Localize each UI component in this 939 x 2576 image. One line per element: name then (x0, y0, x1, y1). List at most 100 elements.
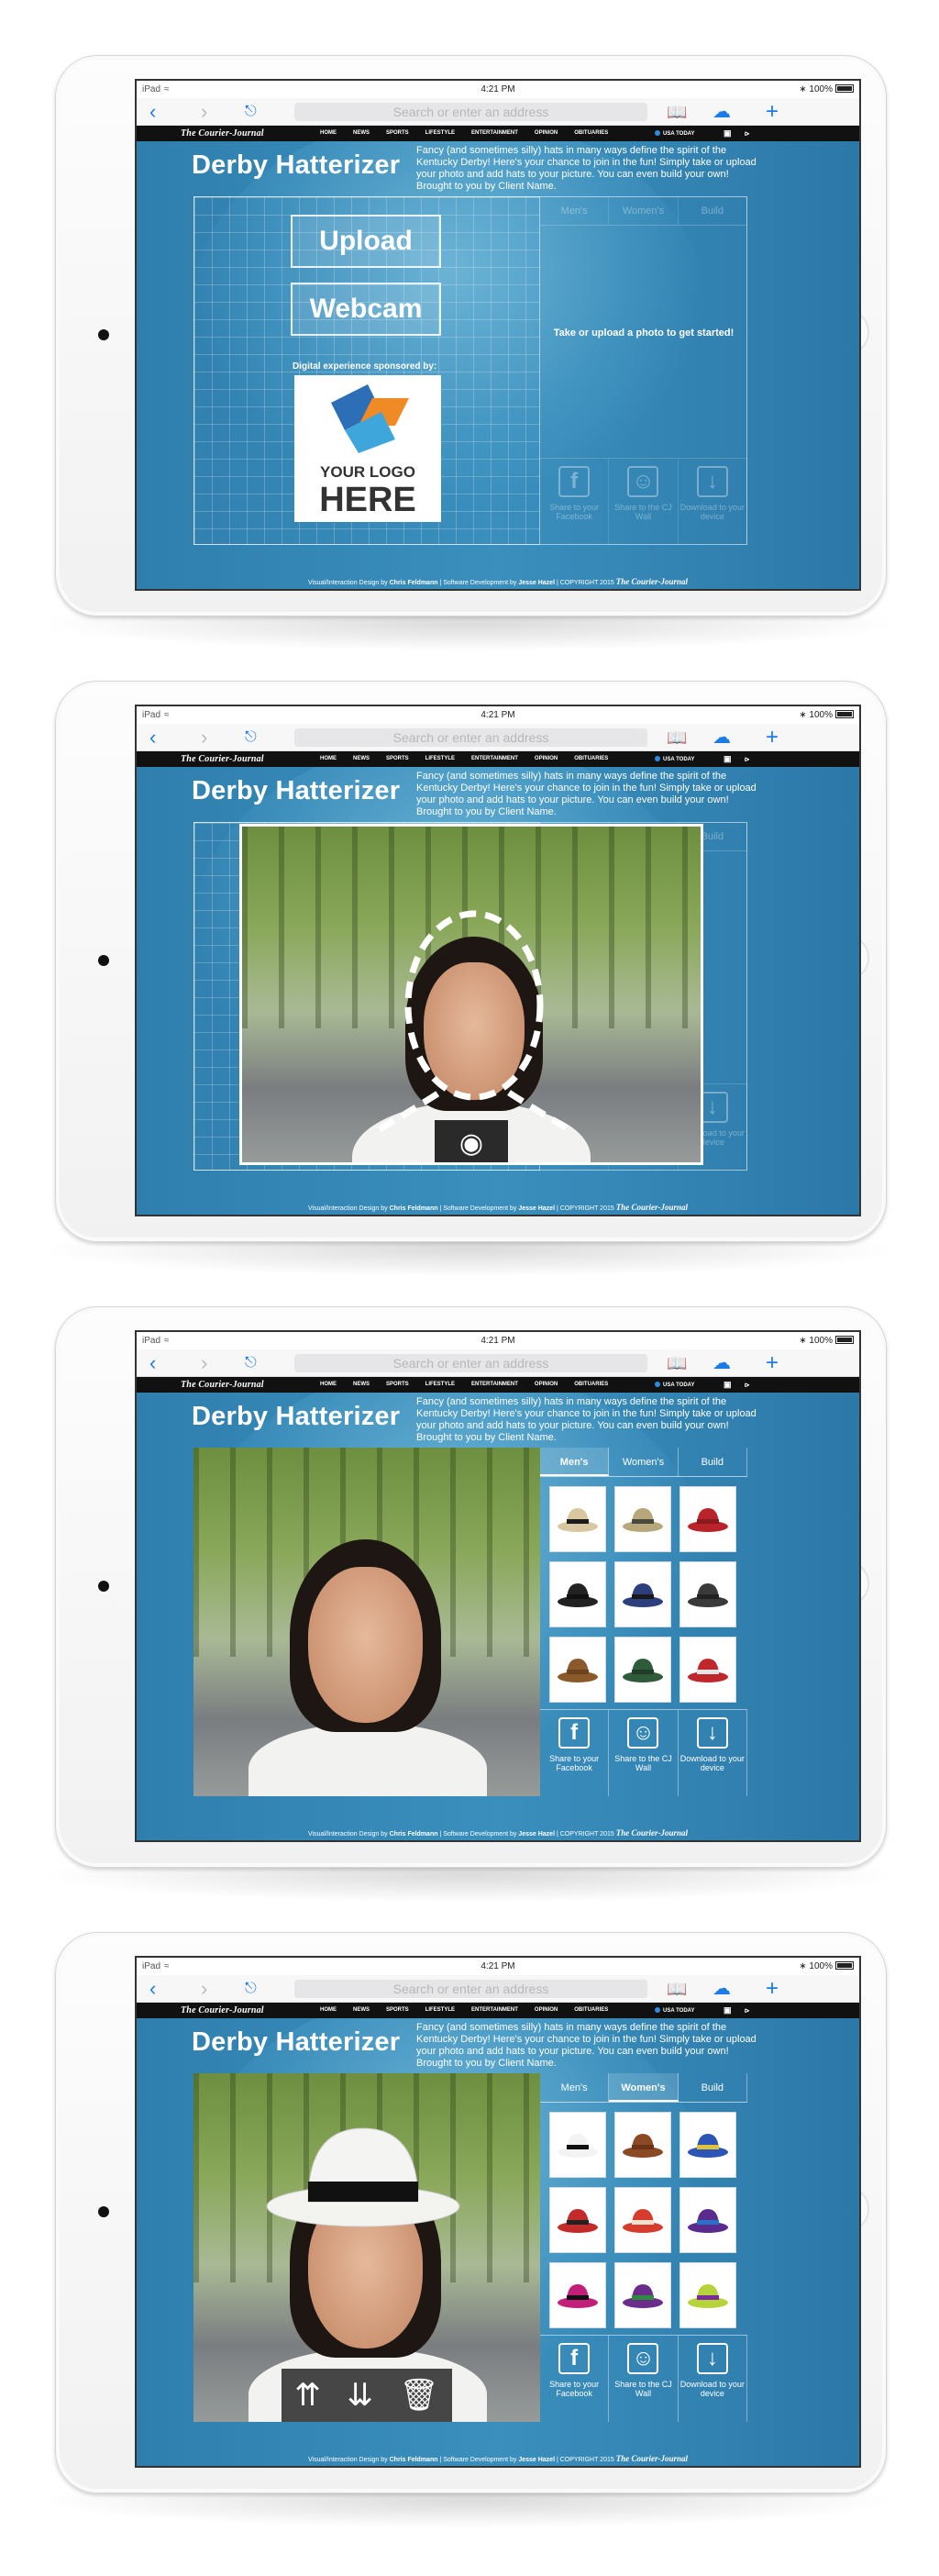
nav-item[interactable]: LIFESTYLE (425, 756, 455, 761)
address-bar[interactable]: Search or enter an address (294, 728, 647, 747)
share-button-2[interactable]: ↓ Download to your device (679, 1710, 747, 1796)
new-tab-icon[interactable]: + (766, 98, 779, 126)
nav-item[interactable]: OPINION (535, 130, 558, 136)
cloud-icon[interactable]: ☁ (713, 98, 731, 126)
forward-icon[interactable]: › (201, 724, 207, 751)
nav-item[interactable]: NEWS (353, 756, 370, 761)
nav-item[interactable]: HOME (320, 2007, 337, 2013)
nav-item[interactable]: HOME (320, 756, 337, 761)
tab-womens[interactable]: Women's (609, 196, 679, 225)
hat-option[interactable] (679, 2187, 736, 2253)
forward-icon[interactable]: › (201, 1349, 207, 1377)
nav-item[interactable]: ENTERTAINMENT (471, 756, 518, 761)
nav-item[interactable]: OBITUARIES (574, 1382, 608, 1387)
hat-option[interactable] (679, 1561, 736, 1627)
share-button-1[interactable]: ☺ Share to the CJ Wall (609, 1710, 679, 1796)
address-bar[interactable]: Search or enter an address (294, 1980, 647, 1998)
new-tab-icon[interactable]: + (766, 1349, 779, 1377)
share-network-icon[interactable]: ⪧ (745, 1380, 749, 1390)
nav-item[interactable]: OPINION (535, 2007, 558, 2013)
back-icon[interactable]: ‹ (149, 98, 156, 126)
usa-today-link[interactable]: USA TODAY (655, 756, 694, 762)
camera-icon[interactable]: ▣ (724, 128, 732, 139)
share-icon[interactable]: ⎋ (245, 1349, 257, 1377)
new-tab-icon[interactable]: + (766, 1975, 779, 2003)
nav-item[interactable]: HOME (320, 130, 337, 136)
tab-womens[interactable]: Women's (609, 1448, 679, 1476)
sponsor-logo[interactable]: YOUR LOGO HERE (294, 375, 441, 522)
tab-build[interactable]: Build (679, 196, 747, 225)
nav-item[interactable]: NEWS (353, 1382, 370, 1387)
cloud-icon[interactable]: ☁ (713, 724, 731, 751)
nav-item[interactable]: LIFESTYLE (425, 1382, 455, 1387)
nav-item[interactable]: ENTERTAINMENT (471, 2007, 518, 2013)
hat-option[interactable] (614, 2112, 671, 2178)
hat-option[interactable] (549, 2262, 606, 2328)
nav-item[interactable]: OBITUARIES (574, 130, 608, 136)
hat-option[interactable] (679, 1486, 736, 1552)
hat-option[interactable] (614, 1637, 671, 1703)
nav-item[interactable]: ENTERTAINMENT (471, 130, 518, 136)
nav-item[interactable]: SPORTS (386, 2007, 409, 2013)
site-logo[interactable]: The Courier-Journal (181, 1380, 264, 1390)
hat-option[interactable] (614, 1561, 671, 1627)
share-button-1[interactable]: ☺ Share to the CJ Wall (609, 2336, 679, 2422)
share-button-0[interactable]: f Share to your Facebook (540, 2336, 610, 2422)
nav-item[interactable]: ENTERTAINMENT (471, 1382, 518, 1387)
nav-item[interactable]: NEWS (353, 2007, 370, 2013)
share-network-icon[interactable]: ⪧ (745, 128, 749, 139)
tab-build[interactable]: Build (679, 2073, 747, 2102)
share-icon[interactable]: ⎋ (245, 98, 257, 126)
cloud-icon[interactable]: ☁ (713, 1975, 731, 2003)
bookmarks-icon[interactable]: 📖 (667, 1975, 687, 2003)
nav-item[interactable]: LIFESTYLE (425, 2007, 455, 2013)
share-icon[interactable]: ⎋ (245, 1975, 257, 2003)
share-button-2[interactable]: ↓ Download to your device (679, 459, 747, 545)
hat-option[interactable] (549, 1637, 606, 1703)
tab-build[interactable]: Build (679, 1448, 747, 1476)
address-bar[interactable]: Search or enter an address (294, 1354, 647, 1372)
move-up-icon[interactable]: ⇈ (294, 2377, 321, 2414)
hat-option[interactable] (614, 1486, 671, 1552)
hat-option[interactable] (614, 2262, 671, 2328)
site-logo[interactable]: The Courier-Journal (181, 754, 264, 764)
usa-today-link[interactable]: USA TODAY (655, 1382, 694, 1388)
hat-option[interactable] (549, 2187, 606, 2253)
site-logo[interactable]: The Courier-Journal (181, 2005, 264, 2015)
cloud-icon[interactable]: ☁ (713, 1349, 731, 1377)
back-icon[interactable]: ‹ (149, 1975, 156, 2003)
usa-today-link[interactable]: USA TODAY (655, 130, 694, 137)
share-button-0[interactable]: f Share to your Facebook (540, 459, 610, 545)
back-icon[interactable]: ‹ (149, 724, 156, 751)
nav-item[interactable]: HOME (320, 1382, 337, 1387)
hat-option[interactable] (549, 1561, 606, 1627)
move-down-icon[interactable]: ⇊ (347, 2377, 373, 2414)
hat-option[interactable] (679, 2262, 736, 2328)
nav-item[interactable]: OBITUARIES (574, 2007, 608, 2013)
hat-option[interactable] (679, 1637, 736, 1703)
back-icon[interactable]: ‹ (149, 1349, 156, 1377)
share-network-icon[interactable]: ⪧ (745, 2005, 749, 2015)
hat-option[interactable] (614, 2187, 671, 2253)
nav-item[interactable]: OPINION (535, 756, 558, 761)
share-button-1[interactable]: ☺ Share to the CJ Wall (609, 459, 679, 545)
hat-option[interactable] (679, 2112, 736, 2178)
capture-camera-icon[interactable]: ◉ (435, 1120, 508, 1162)
nav-item[interactable]: SPORTS (386, 130, 409, 136)
nav-item[interactable]: OPINION (535, 1382, 558, 1387)
tab-mens[interactable]: Men's (540, 2073, 610, 2102)
bookmarks-icon[interactable]: 📖 (667, 724, 687, 751)
camera-icon[interactable]: ▣ (724, 1380, 732, 1390)
nav-item[interactable]: NEWS (353, 130, 370, 136)
nav-item[interactable]: LIFESTYLE (425, 130, 455, 136)
camera-icon[interactable]: ▣ (724, 2005, 732, 2015)
tab-mens[interactable]: Men's (540, 1448, 610, 1476)
camera-icon[interactable]: ▣ (724, 754, 732, 764)
usa-today-link[interactable]: USA TODAY (655, 2007, 694, 2014)
share-network-icon[interactable]: ⪧ (745, 754, 749, 764)
nav-item[interactable]: OBITUARIES (574, 756, 608, 761)
webcam-button[interactable]: Webcam (291, 283, 441, 336)
hat-option[interactable] (549, 1486, 606, 1552)
share-button-2[interactable]: ↓ Download to your device (679, 2336, 747, 2422)
bookmarks-icon[interactable]: 📖 (667, 1349, 687, 1377)
